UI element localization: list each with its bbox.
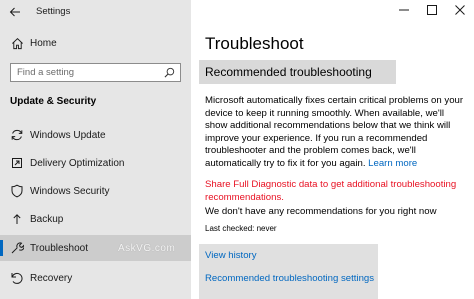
app-title: Settings [36,6,71,17]
diagnostic-data-link[interactable]: Share Full Diagnostic data to get additi… [205,179,467,204]
sidebar: Settings Home Update & Security Windows … [0,0,191,299]
home-label: Home [30,38,57,49]
titlebar-left: Settings [0,0,191,24]
close-button[interactable] [446,0,474,20]
learn-more-link[interactable]: Learn more [368,158,417,169]
last-checked-text: Last checked: never [205,224,277,233]
selection-indicator [0,240,3,256]
recommended-settings-link[interactable]: Recommended troubleshooting settings [205,273,374,284]
maximize-icon [427,5,437,15]
sidebar-item-label: Windows Security [30,186,110,197]
sync-icon [11,129,23,141]
watermark: AskVG.com [118,243,176,254]
minimize-icon [399,9,409,11]
back-arrow-icon [9,7,20,17]
search-input[interactable] [11,64,161,81]
view-history-link[interactable]: View history [205,250,257,261]
sidebar-item-recovery[interactable]: Recovery [0,265,191,291]
sidebar-item-label: Delivery Optimization [30,158,125,169]
search-box[interactable] [10,63,181,82]
delivery-icon [12,158,22,168]
sidebar-item-windows-security[interactable]: Windows Security [0,178,191,204]
search-icon[interactable] [164,67,175,78]
maximize-button[interactable] [418,0,446,20]
recovery-icon [11,273,23,284]
sidebar-item-backup[interactable]: Backup [0,206,191,232]
sidebar-item-delivery-optimization[interactable]: Delivery Optimization [0,150,191,176]
recommended-banner: Recommended troubleshooting [199,60,396,84]
description-text: Microsoft automatically fixes certain cr… [205,95,464,169]
sidebar-item-label: Backup [30,214,64,225]
section-title: Update & Security [10,96,97,107]
close-icon [455,5,465,15]
back-button[interactable] [6,3,24,21]
backup-icon [13,214,21,224]
sidebar-item-troubleshoot[interactable]: Troubleshoot AskVG.com [0,235,191,261]
page-title: Troubleshoot [205,34,304,53]
sidebar-item-windows-update[interactable]: Windows Update [0,122,191,148]
shield-icon [11,184,23,198]
description: Microsoft automatically fixes certain cr… [205,95,467,170]
sidebar-item-label: Troubleshoot [30,243,88,254]
no-recommendations-text: We don't have any recommendations for yo… [205,206,437,217]
links-panel: View history Recommended troubleshooting… [199,244,378,299]
wrench-icon [11,242,24,254]
home-nav-item[interactable]: Home [0,33,191,55]
banner-label: Recommended troubleshooting [205,65,372,79]
sidebar-item-label: Windows Update [30,130,106,141]
home-icon [12,38,23,50]
minimize-button[interactable] [390,0,418,20]
sidebar-item-label: Recovery [30,273,73,284]
